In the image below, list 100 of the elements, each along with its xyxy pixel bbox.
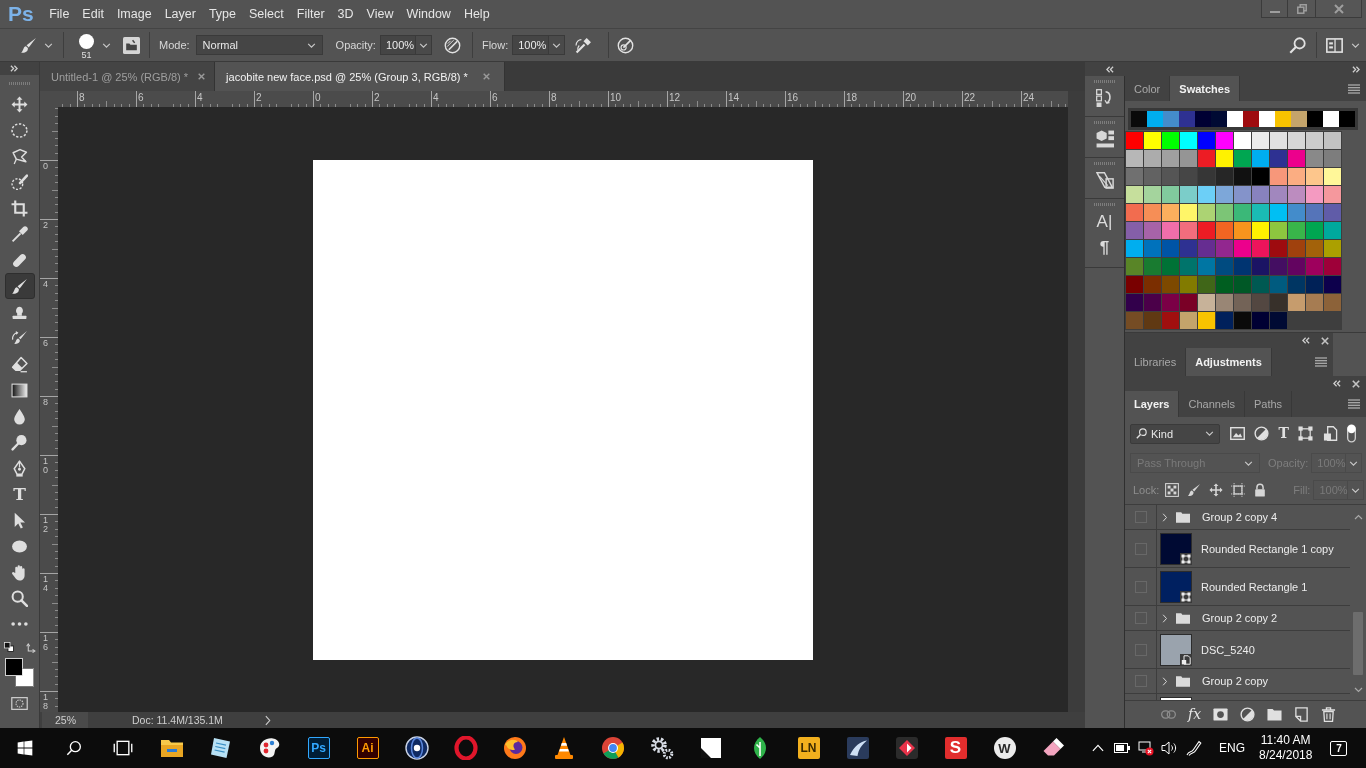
color-swatch[interactable]: [1234, 312, 1251, 329]
color-swatch[interactable]: [1216, 204, 1233, 221]
color-swatch[interactable]: [1162, 168, 1179, 185]
panel-tab[interactable]: Adjustments: [1186, 348, 1272, 376]
document-canvas[interactable]: [313, 159, 813, 660]
color-swatch[interactable]: [1252, 276, 1269, 293]
color-swatch[interactable]: [1144, 240, 1161, 257]
close-icon[interactable]: [482, 73, 490, 80]
hatched-circle-icon[interactable]: [443, 36, 461, 54]
color-swatch[interactable]: [1288, 294, 1305, 311]
layer-row[interactable]: Group 2 copy: [1125, 669, 1350, 694]
color-swatch[interactable]: [1270, 222, 1287, 239]
color-swatch[interactable]: [1211, 111, 1227, 127]
diamond-tile-icon[interactable]: [894, 736, 919, 760]
color-swatch[interactable]: [1243, 111, 1259, 127]
foreground-color-swatch[interactable]: [4, 658, 23, 676]
segmented-circle-icon[interactable]: [600, 736, 625, 760]
gears-icon[interactable]: [649, 736, 674, 760]
color-swatch[interactable]: [1216, 186, 1233, 203]
panel-grip[interactable]: [1093, 203, 1116, 206]
search-icon[interactable]: [65, 740, 82, 756]
color-swatch[interactable]: [1252, 204, 1269, 221]
color-swatch[interactable]: [1288, 222, 1305, 239]
color-swatch[interactable]: [1198, 312, 1215, 329]
color-swatch[interactable]: [1288, 168, 1305, 185]
close-icon[interactable]: [198, 73, 206, 80]
padlock-icon[interactable]: [1253, 483, 1268, 497]
paragraph-panel-button[interactable]: ¶: [1099, 238, 1110, 258]
color-swatch[interactable]: [1216, 312, 1233, 329]
caret-icon[interactable]: [1351, 42, 1360, 48]
color-swatch[interactable]: [1180, 204, 1197, 221]
color-swatch[interactable]: [1252, 222, 1269, 239]
color-swatch[interactable]: [1306, 186, 1323, 203]
color-swatch[interactable]: [1162, 240, 1179, 257]
color-swatch[interactable]: [1270, 168, 1287, 185]
flow-field[interactable]: 100%: [512, 35, 550, 55]
color-swatch[interactable]: [1288, 276, 1305, 293]
color-swatch[interactable]: [1198, 240, 1215, 257]
color-swatch[interactable]: [1126, 258, 1143, 275]
color-swatch[interactable]: [1144, 312, 1161, 329]
transform-box-icon[interactable]: [1298, 426, 1314, 441]
sheet-icon[interactable]: [208, 736, 233, 760]
panel-tab[interactable]: Paths: [1244, 391, 1293, 417]
color-swatch[interactable]: [1324, 132, 1341, 149]
color-swatch[interactable]: [1306, 222, 1323, 239]
color-swatch[interactable]: [1275, 111, 1291, 127]
palette-icon[interactable]: [257, 736, 282, 760]
globe-icon[interactable]: [502, 736, 527, 760]
color-swatch[interactable]: [1126, 132, 1143, 149]
color-swatch[interactable]: [1270, 312, 1287, 329]
color-swatch[interactable]: [1126, 294, 1143, 311]
battery-icon[interactable]: [1114, 743, 1130, 753]
color-swatch[interactable]: [1180, 312, 1197, 329]
color-swatch[interactable]: [1216, 150, 1233, 167]
chevron-down-icon[interactable]: [1353, 687, 1363, 693]
ring-icon[interactable]: [453, 736, 478, 760]
task-view-icon[interactable]: [112, 738, 133, 758]
double-chevron-icon[interactable]: [10, 65, 18, 72]
caret-icon[interactable]: [44, 42, 53, 48]
chevron-right-icon[interactable]: [264, 714, 271, 726]
caret-icon[interactable]: [102, 42, 111, 48]
color-swatch[interactable]: [1131, 111, 1147, 127]
double-chevron-icon[interactable]: [1106, 65, 1114, 73]
color-swatch[interactable]: [1147, 111, 1163, 127]
layer-row[interactable]: DSC_5240: [1125, 631, 1350, 669]
color-swatch[interactable]: [1198, 186, 1215, 203]
layer-row[interactable]: Rounded Rectangle 1: [1125, 568, 1350, 606]
color-swatch[interactable]: [1126, 168, 1143, 185]
folded-page-icon[interactable]: [1294, 707, 1310, 722]
color-swatch[interactable]: [1126, 222, 1143, 239]
color-swatch[interactable]: [1180, 186, 1197, 203]
color-swatch[interactable]: [1180, 294, 1197, 311]
color-swatch[interactable]: [1306, 240, 1323, 257]
layer-row[interactable]: Group 2 copy 4: [1125, 505, 1350, 530]
restore-button[interactable]: [1288, 0, 1316, 18]
color-swatch[interactable]: [1216, 222, 1233, 239]
color-swatch[interactable]: [1144, 168, 1161, 185]
color-swatch[interactable]: [1324, 276, 1341, 293]
panel-menu-icon[interactable]: [1348, 399, 1360, 409]
panel-tab[interactable]: Channels: [1179, 391, 1245, 417]
expand-chevron-icon[interactable]: [1162, 676, 1168, 686]
color-swatch[interactable]: [1162, 312, 1179, 329]
input-language-indicator[interactable]: ENG: [1219, 741, 1245, 755]
color-swatch[interactable]: [1180, 240, 1197, 257]
half-circle-icon[interactable]: [1254, 426, 1269, 441]
color-swatch[interactable]: [1252, 132, 1269, 149]
document-icon[interactable]: [1322, 426, 1338, 441]
menu-item[interactable]: View: [360, 3, 400, 25]
color-swatch[interactable]: [1324, 240, 1341, 257]
brush-icon[interactable]: [20, 36, 37, 54]
color-swatch[interactable]: [1259, 111, 1275, 127]
color-swatch[interactable]: [1162, 294, 1179, 311]
panel-grip[interactable]: [8, 81, 31, 85]
color-swatch[interactable]: [1144, 186, 1161, 203]
color-swatch[interactable]: [1126, 186, 1143, 203]
color-swatch[interactable]: [1234, 132, 1251, 149]
dashed-circle-frame-icon[interactable]: [11, 697, 28, 710]
panel-menu-icon[interactable]: [1348, 83, 1360, 94]
menu-item[interactable]: Select: [242, 3, 291, 25]
color-swatch[interactable]: [1306, 150, 1323, 167]
